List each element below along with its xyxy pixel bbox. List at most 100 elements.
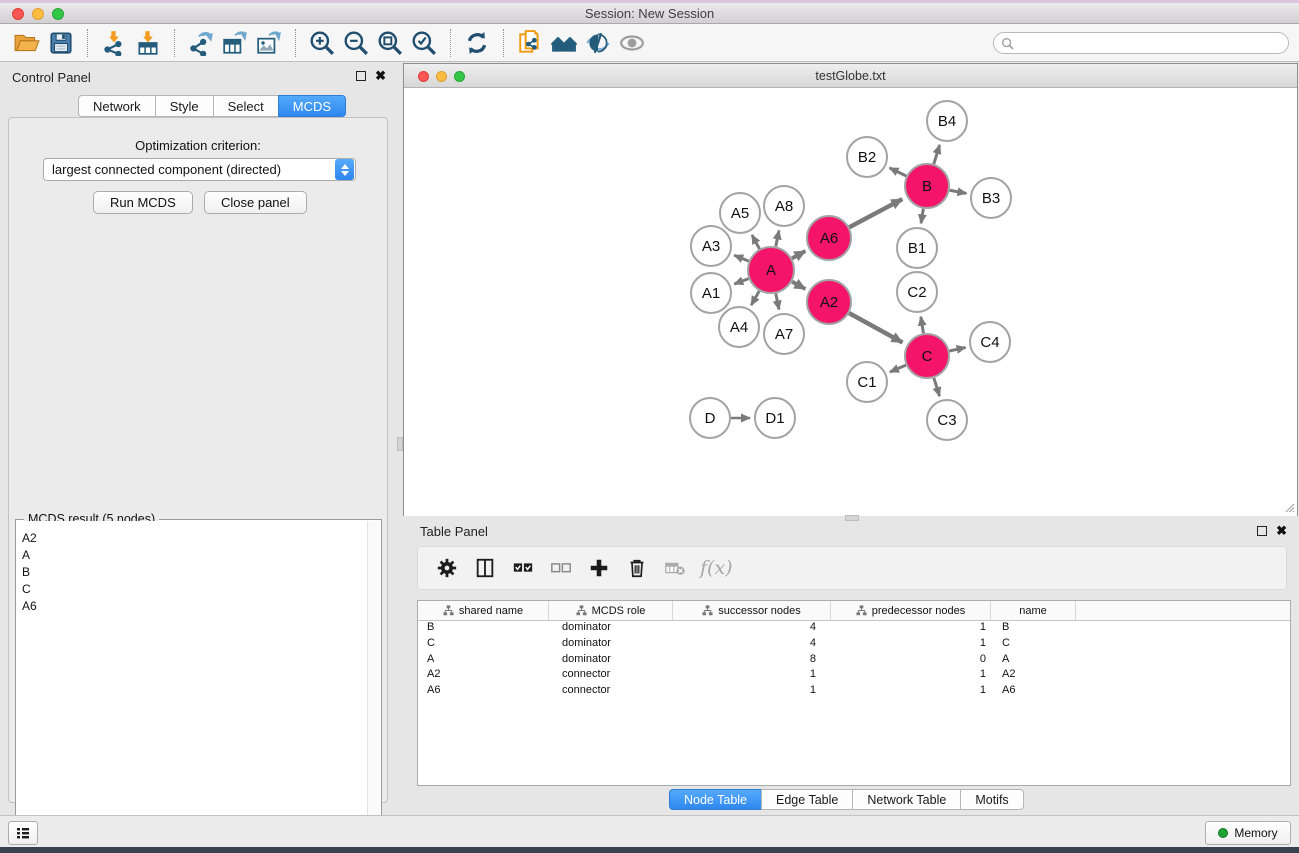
graph-node-A3[interactable]: A3 [691, 226, 731, 266]
graph-edge[interactable] [890, 168, 907, 176]
tab-select[interactable]: Select [213, 95, 278, 117]
graph-edge[interactable] [776, 230, 779, 246]
save-session-button[interactable] [44, 28, 78, 58]
table-row[interactable]: A2connector11A2 [418, 668, 1290, 684]
import-table-button[interactable] [131, 28, 165, 58]
graph-edge[interactable] [792, 251, 805, 258]
import-network-button[interactable] [97, 28, 131, 58]
column-header-successor-nodes[interactable]: successor nodes [673, 601, 831, 620]
graph-edge[interactable] [934, 378, 940, 396]
zoom-selected-button[interactable] [407, 28, 441, 58]
show-columns-button[interactable] [466, 551, 504, 585]
run-mcds-button[interactable]: Run MCDS [93, 191, 193, 214]
export-image-button[interactable] [252, 28, 286, 58]
hide-eye-button[interactable] [581, 28, 615, 58]
graph-node-A7[interactable]: A7 [764, 314, 804, 354]
graph-node-C4[interactable]: C4 [970, 322, 1010, 362]
graph-node-C1[interactable]: C1 [847, 362, 887, 402]
float-panel-icon[interactable] [1257, 526, 1267, 536]
table-row[interactable]: A6connector11A6 [418, 684, 1290, 700]
graph-node-A5[interactable]: A5 [720, 193, 760, 233]
network-minimize-button[interactable] [436, 71, 447, 82]
graph-node-A2[interactable]: A2 [807, 280, 851, 324]
export-table-button[interactable] [218, 28, 252, 58]
clone-network-button[interactable] [513, 28, 547, 58]
memory-button[interactable]: Memory [1205, 821, 1291, 845]
graph-node-B2[interactable]: B2 [847, 137, 887, 177]
tab-style[interactable]: Style [155, 95, 213, 117]
refresh-view-button[interactable] [460, 28, 494, 58]
deselect-all-button[interactable] [542, 551, 580, 585]
network-canvas[interactable]: AA1A3A5A8A4A7A6A2BB2B4B3B1CC2C1C3C4DD1 [404, 89, 1297, 516]
graph-edge[interactable] [751, 291, 759, 305]
tab-network[interactable]: Network [78, 95, 155, 117]
mcds-result-item[interactable]: A6 [17, 598, 367, 615]
graph-node-A8[interactable]: A8 [764, 186, 804, 226]
graph-node-B1[interactable]: B1 [897, 228, 937, 268]
table-row[interactable]: Adominator80A [418, 653, 1290, 669]
network-window-titlebar[interactable]: testGlobe.txt [404, 64, 1297, 88]
graph-edge[interactable] [921, 317, 924, 334]
add-column-button[interactable] [580, 551, 618, 585]
graph-node-D[interactable]: D [690, 398, 730, 438]
graph-node-A4[interactable]: A4 [719, 307, 759, 347]
graph-edge[interactable] [934, 145, 940, 164]
graph-node-A1[interactable]: A1 [691, 273, 731, 313]
graph-edge[interactable] [734, 255, 749, 261]
zoom-in-button[interactable] [305, 28, 339, 58]
tab-edge-table[interactable]: Edge Table [761, 789, 852, 810]
search-input[interactable] [1018, 36, 1288, 50]
graph-node-C3[interactable]: C3 [927, 400, 967, 440]
graph-edge[interactable] [776, 294, 779, 310]
function-builder-button[interactable]: f(x) [700, 557, 733, 579]
column-header-mcds-role[interactable]: MCDS role [549, 601, 673, 620]
task-history-button[interactable] [8, 821, 38, 845]
graph-node-A[interactable]: A [748, 247, 794, 293]
delete-column-button[interactable] [618, 551, 656, 585]
tab-network-table[interactable]: Network Table [852, 789, 960, 810]
zoom-window-button[interactable] [52, 8, 64, 20]
column-header-predecessor-nodes[interactable]: predecessor nodes [831, 601, 991, 620]
open-session-button[interactable] [10, 28, 44, 58]
mcds-result-item[interactable]: C [17, 581, 367, 598]
graph-node-B4[interactable]: B4 [927, 101, 967, 141]
column-header-name[interactable]: name [991, 601, 1076, 620]
table-row[interactable]: Cdominator41C [418, 637, 1290, 653]
close-panel-icon[interactable]: ✖ [1276, 526, 1287, 536]
network-zoom-button[interactable] [454, 71, 465, 82]
tab-mcds[interactable]: MCDS [278, 95, 346, 117]
export-network-button[interactable] [184, 28, 218, 58]
graph-edge[interactable] [921, 209, 923, 224]
graph-node-B[interactable]: B [905, 164, 949, 208]
zoom-fit-button[interactable] [373, 28, 407, 58]
graph-edge[interactable] [792, 282, 805, 289]
close-panel-icon[interactable]: ✖ [375, 71, 386, 81]
search-field[interactable] [993, 32, 1289, 54]
splitter-handle[interactable] [397, 437, 403, 451]
table-row[interactable]: Bdominator41B [418, 621, 1290, 637]
tab-motifs[interactable]: Motifs [960, 789, 1023, 810]
graph-edge[interactable] [849, 313, 902, 342]
graph-edge[interactable] [734, 279, 748, 284]
graph-node-C2[interactable]: C2 [897, 272, 937, 312]
graph-edge[interactable] [949, 347, 965, 351]
float-panel-icon[interactable] [356, 71, 366, 81]
graph-node-A6[interactable]: A6 [807, 216, 851, 260]
graph-edge[interactable] [752, 235, 760, 249]
home-layout-button[interactable] [547, 28, 581, 58]
criterion-select[interactable]: largest connected component (directed) [43, 158, 356, 181]
graph-edge[interactable] [950, 190, 967, 193]
mcds-result-item[interactable]: A [17, 546, 367, 563]
close-window-button[interactable] [12, 8, 24, 20]
delete-table-button[interactable] [656, 551, 694, 585]
tab-node-table[interactable]: Node Table [669, 789, 761, 810]
graph-edge[interactable] [849, 199, 902, 227]
column-header-shared-name[interactable]: shared name [418, 601, 549, 620]
graph-node-C[interactable]: C [905, 334, 949, 378]
graph-edge[interactable] [890, 365, 906, 372]
mcds-result-item[interactable]: B [17, 563, 367, 580]
close-panel-button[interactable]: Close panel [204, 191, 307, 214]
graph-node-B3[interactable]: B3 [971, 178, 1011, 218]
zoom-out-button[interactable] [339, 28, 373, 58]
scrollbar-track[interactable] [367, 521, 380, 853]
